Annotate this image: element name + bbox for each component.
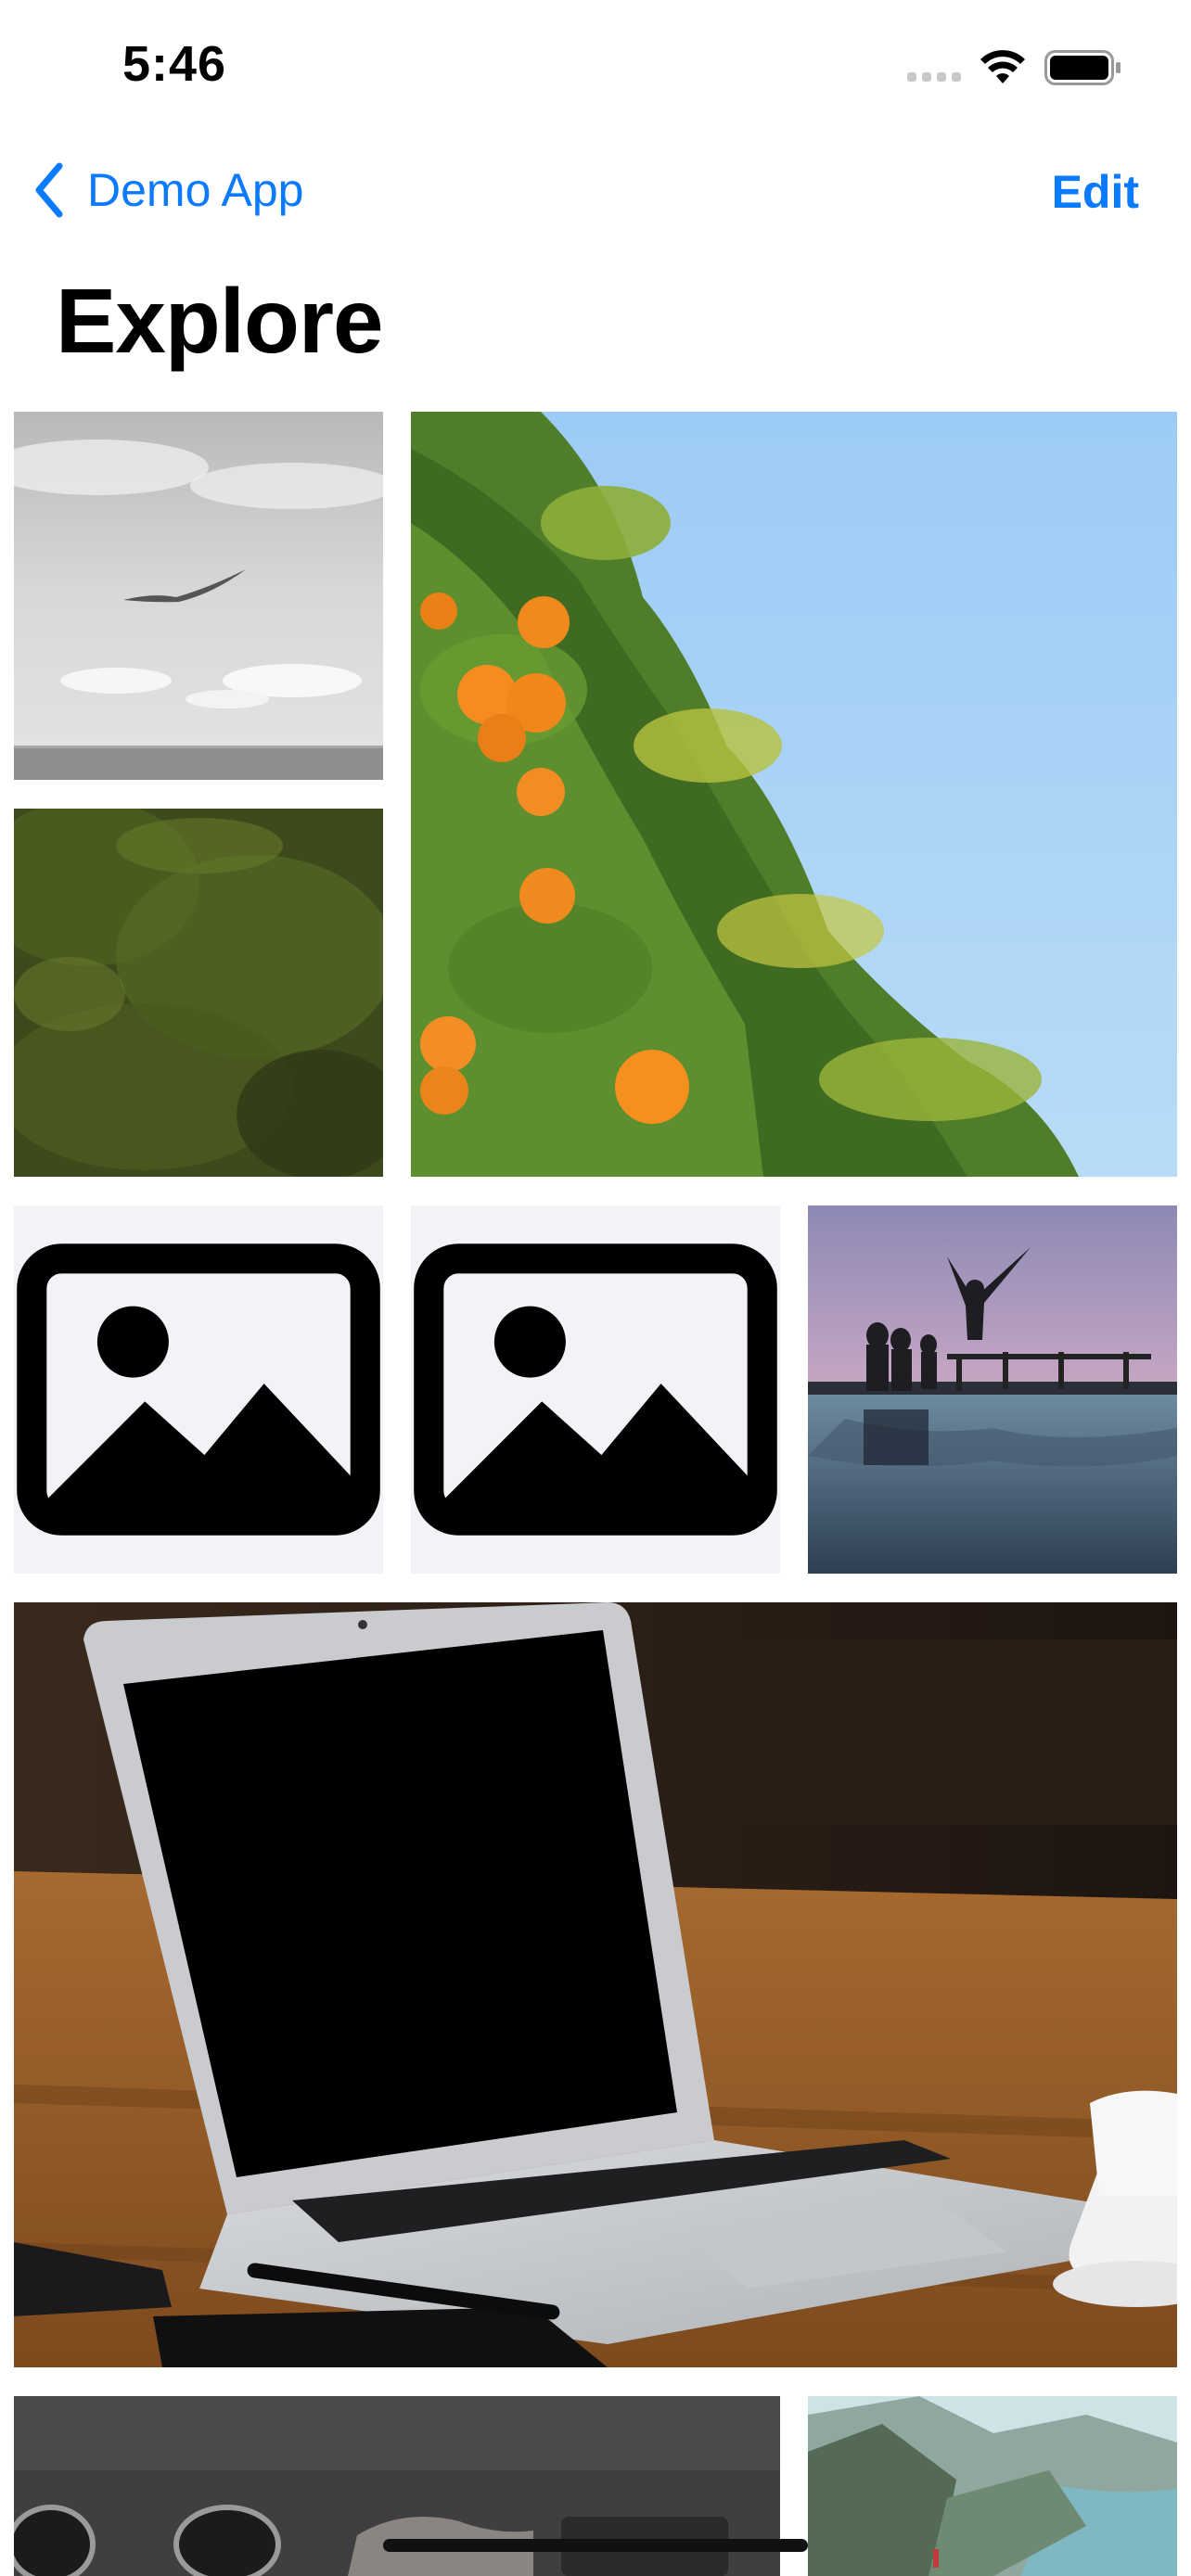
placeholder-tile-2[interactable]	[411, 1205, 780, 1574]
orange-tree-photo	[411, 412, 1177, 1177]
page-title: Explore	[56, 270, 383, 372]
photo-placeholder-icon	[414, 1243, 777, 1536]
mountain-lake-photo	[808, 2396, 1177, 2576]
signal-dots-icon	[907, 72, 963, 83]
home-indicator[interactable]	[383, 2539, 808, 2552]
laptop-photo	[14, 1602, 1177, 2367]
photo-tile-sunset-jump[interactable]	[808, 1205, 1177, 1574]
back-button[interactable]: Demo App	[32, 158, 303, 223]
photo-tile-mountain-lake[interactable]	[808, 2396, 1177, 2576]
chevron-left-icon	[35, 162, 63, 218]
back-button-label: Demo App	[87, 164, 304, 216]
photo-tile-forest[interactable]	[14, 809, 383, 1177]
photo-tile-laptop[interactable]	[14, 1602, 1177, 2367]
status-bar: 5:46	[0, 0, 1191, 130]
wifi-icon	[980, 50, 1025, 83]
photo-placeholder-icon	[17, 1243, 380, 1536]
seagull-photo	[14, 412, 383, 780]
sunset-jump-photo	[808, 1205, 1177, 1574]
forest-photo	[14, 809, 383, 1177]
battery-icon	[1044, 50, 1121, 85]
edit-button[interactable]: Edit	[1052, 159, 1139, 224]
placeholder-tile-1[interactable]	[14, 1205, 383, 1574]
status-time: 5:46	[122, 36, 227, 92]
photo-tile-orange-tree[interactable]	[411, 412, 1177, 1177]
photo-tile-seagull[interactable]	[14, 412, 383, 780]
